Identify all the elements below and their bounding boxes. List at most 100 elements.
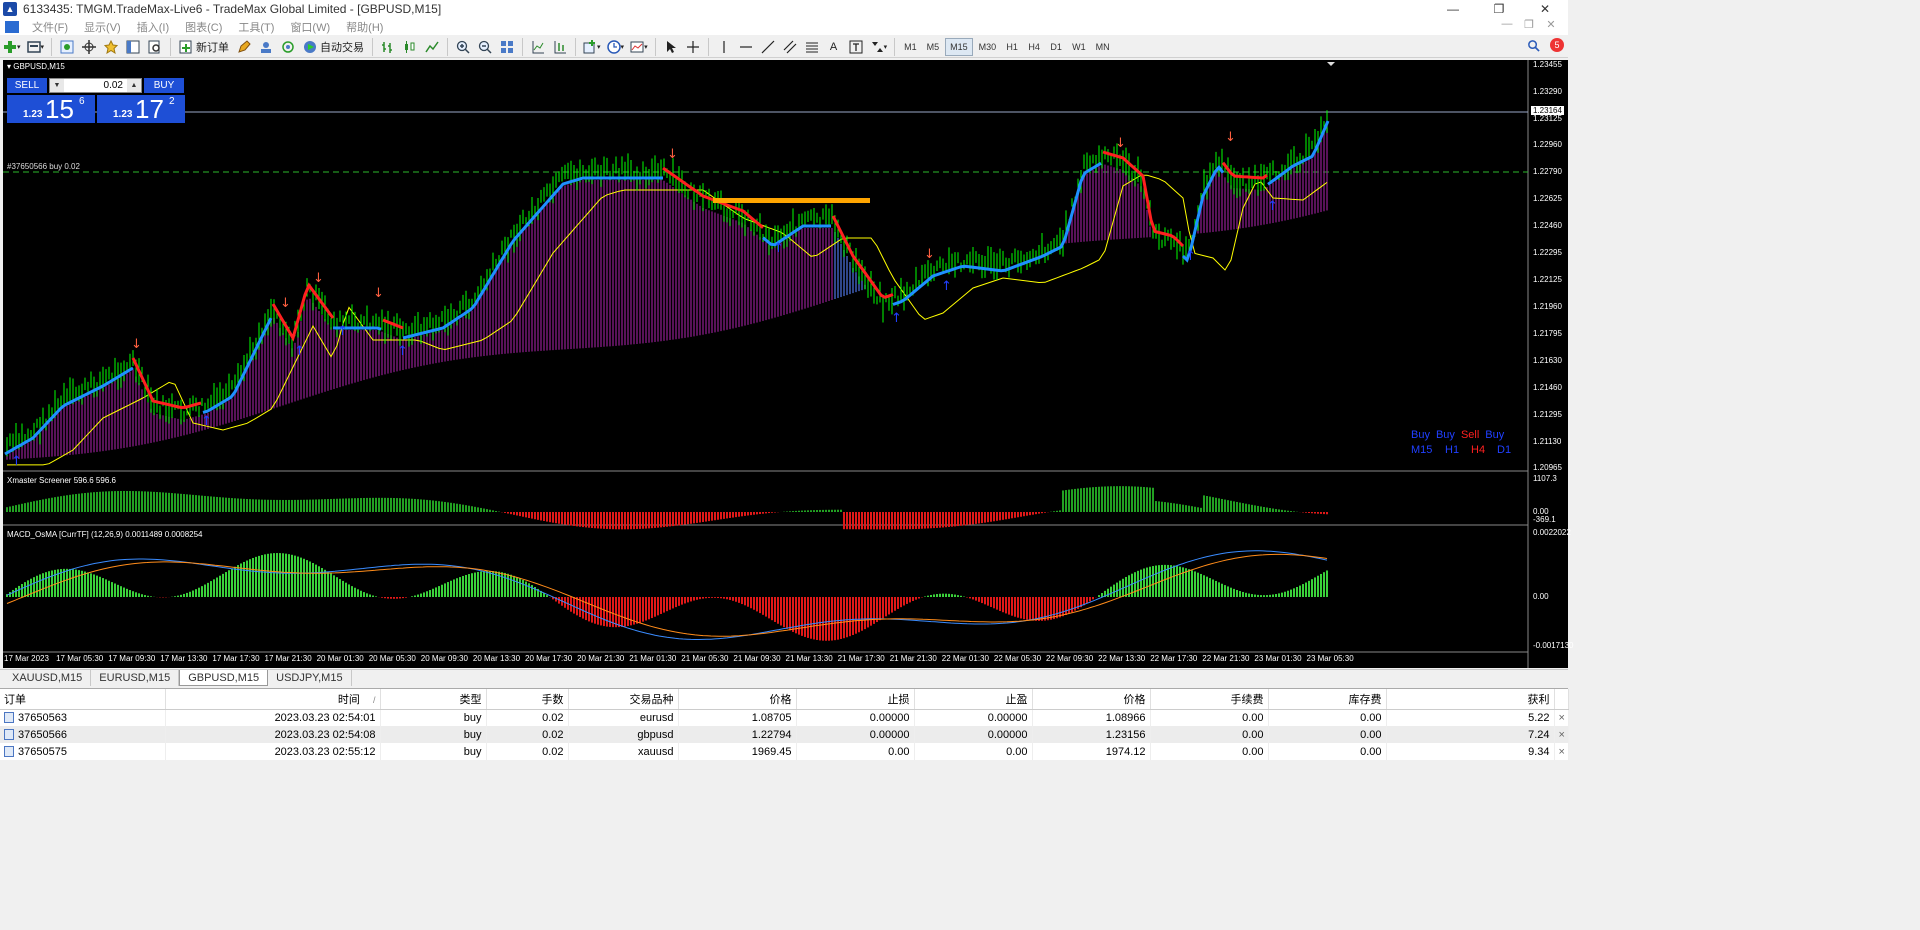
col-sl[interactable]: 止损 <box>796 689 915 710</box>
sell-quote[interactable]: 1.23 15 6 <box>7 95 95 123</box>
cursor-tool-button[interactable] <box>661 38 681 56</box>
tf-d1[interactable]: D1 <box>1046 38 1066 56</box>
col-type[interactable]: 类型 <box>380 689 487 710</box>
indicators-button[interactable]: ▾ <box>581 38 603 56</box>
col-commission[interactable]: 手续费 <box>1150 689 1269 710</box>
market-watch-button[interactable] <box>57 38 77 56</box>
tab-eurusd[interactable]: EURUSD,M15 <box>91 670 180 686</box>
time-tick: 20 Mar 09:30 <box>420 654 468 663</box>
crosshair-tool-button[interactable] <box>683 38 703 56</box>
lot-decrease-icon[interactable]: ▼ <box>50 79 64 92</box>
signals-button[interactable] <box>278 38 298 56</box>
zoom-out-button[interactable] <box>475 38 495 56</box>
tab-gbpusd[interactable]: GBPUSD,M15 <box>179 670 269 686</box>
lot-increase-icon[interactable]: ▲ <box>127 79 141 92</box>
mt4-app-icon: ▲ <box>3 2 17 16</box>
auto-scroll-button[interactable] <box>550 38 570 56</box>
close-window-button[interactable]: ✕ <box>1522 0 1568 18</box>
col-swap[interactable]: 库存费 <box>1268 689 1387 710</box>
candlestick-button[interactable] <box>400 38 420 56</box>
tf-h1[interactable]: H1 <box>1002 38 1022 56</box>
tf-m5[interactable]: M5 <box>923 38 944 56</box>
tf-h4[interactable]: H4 <box>1024 38 1044 56</box>
editor-icon <box>238 39 251 53</box>
col-cur-price[interactable]: 价格 <box>1032 689 1151 710</box>
buy-button[interactable]: BUY <box>144 78 184 93</box>
mdi-minimize-button[interactable]: — <box>1496 18 1518 31</box>
tf-m15[interactable]: M15 <box>945 37 973 56</box>
channel-button[interactable] <box>780 38 800 56</box>
table-row[interactable]: 37650566 2023.03.23 02:54:08 buy 0.02 gbpusd… <box>0 726 1569 743</box>
trendline-button[interactable] <box>758 38 778 56</box>
buy-quote[interactable]: 1.23 17 2 <box>97 95 185 123</box>
data-window-button[interactable] <box>79 38 99 56</box>
notification-badge[interactable]: 5 <box>1550 38 1564 52</box>
menu-view[interactable]: 显示(V) <box>76 19 129 35</box>
periods-button[interactable]: ▾ <box>605 38 627 56</box>
macd-tick: -0.0017130 <box>1533 641 1574 650</box>
metaeditor-button[interactable] <box>234 38 254 56</box>
line-chart-icon <box>425 41 439 52</box>
new-order-button[interactable]: 新订单 <box>176 38 232 56</box>
price-tick: 1.23125 <box>1533 114 1562 123</box>
zoom-in-button[interactable] <box>453 38 473 56</box>
menu-charts[interactable]: 图表(C) <box>177 19 230 35</box>
menu-help[interactable]: 帮助(H) <box>338 19 391 35</box>
lot-size-value[interactable]: 0.02 <box>64 80 127 91</box>
sell-button[interactable]: SELL <box>7 78 47 93</box>
col-order[interactable]: 订单 <box>0 689 166 710</box>
order-doc-icon <box>4 711 14 723</box>
terminal-button[interactable] <box>123 38 143 56</box>
line-chart-button[interactable] <box>422 38 442 56</box>
fibonacci-button[interactable] <box>802 38 822 56</box>
tf-m1[interactable]: M1 <box>900 38 921 56</box>
resistance-bar <box>713 198 870 203</box>
tab-usdjpy[interactable]: USDJPY,M15 <box>268 670 352 686</box>
strategy-tester-button[interactable] <box>145 38 165 56</box>
menu-window[interactable]: 窗口(W) <box>282 19 338 35</box>
text-tool-button[interactable]: A <box>824 38 844 56</box>
order-cell-symbol: xauusd <box>568 743 679 760</box>
col-profit[interactable]: 获利 <box>1386 689 1555 710</box>
navigator-button[interactable] <box>101 38 121 56</box>
profiles-button[interactable]: ▾ <box>25 38 47 56</box>
horizontal-line-button[interactable] <box>736 38 756 56</box>
arrows-button[interactable]: ▾ <box>868 38 890 56</box>
menu-tools[interactable]: 工具(T) <box>230 19 282 35</box>
order-cell-id: 37650563 <box>0 709 166 726</box>
mdi-close-button[interactable]: ✕ <box>1540 18 1562 31</box>
vertical-line-button[interactable] <box>714 38 734 56</box>
chart-canvas[interactable]: ↓ ↓ ↓ ↓ ↓ ↓ ↓ ↓ ↑ ↑ ↑ ↑ ↑ ↑ ↑ ↑ ↑ ↑ <box>3 60 1568 668</box>
tile-windows-button[interactable] <box>497 38 517 56</box>
tab-xauusd[interactable]: XAUUSD,M15 <box>4 670 92 686</box>
maximize-button[interactable]: ❐ <box>1476 0 1522 18</box>
table-row[interactable]: 37650563 2023.03.23 02:54:01 buy 0.02 eurusd… <box>0 709 1569 726</box>
close-order-icon[interactable]: × <box>1554 743 1569 760</box>
text-label-button[interactable] <box>846 38 866 56</box>
lot-size-field[interactable]: ▼ 0.02 ▲ <box>49 78 142 93</box>
mdi-restore-button[interactable]: ❐ <box>1518 18 1540 31</box>
new-chart-button[interactable]: ▾ <box>1 38 23 56</box>
col-time[interactable]: 时间 / <box>165 689 381 710</box>
menu-file[interactable]: 文件(F) <box>24 19 76 35</box>
bar-chart-button[interactable] <box>378 38 398 56</box>
col-symbol[interactable]: 交易品种 <box>568 689 679 710</box>
col-price[interactable]: 价格 <box>678 689 797 710</box>
table-row[interactable]: 37650575 2023.03.23 02:55:12 buy 0.02 xauusd… <box>0 743 1569 760</box>
col-tp[interactable]: 止盈 <box>914 689 1033 710</box>
col-lots[interactable]: 手数 <box>486 689 569 710</box>
chart-shift-button[interactable] <box>528 38 548 56</box>
search-icon[interactable] <box>1527 39 1540 52</box>
community-button[interactable] <box>256 38 276 56</box>
auto-trading-button[interactable]: 自动交易 <box>300 38 367 56</box>
minimize-button[interactable]: — <box>1430 0 1476 18</box>
templates-button[interactable]: ▾ <box>628 38 650 56</box>
fibonacci-icon <box>805 42 818 52</box>
tf-m30[interactable]: M30 <box>975 38 1001 56</box>
chart-window[interactable]: ↓ ↓ ↓ ↓ ↓ ↓ ↓ ↓ ↑ ↑ ↑ ↑ ↑ ↑ ↑ ↑ ↑ ↑ ▾ GBPUSD,M15 #3765056… <box>3 60 1573 668</box>
close-order-icon[interactable]: × <box>1554 726 1569 743</box>
menu-insert[interactable]: 插入(I) <box>129 19 177 35</box>
close-order-icon[interactable]: × <box>1554 709 1569 726</box>
tf-mn[interactable]: MN <box>1092 38 1114 56</box>
tf-w1[interactable]: W1 <box>1068 38 1090 56</box>
